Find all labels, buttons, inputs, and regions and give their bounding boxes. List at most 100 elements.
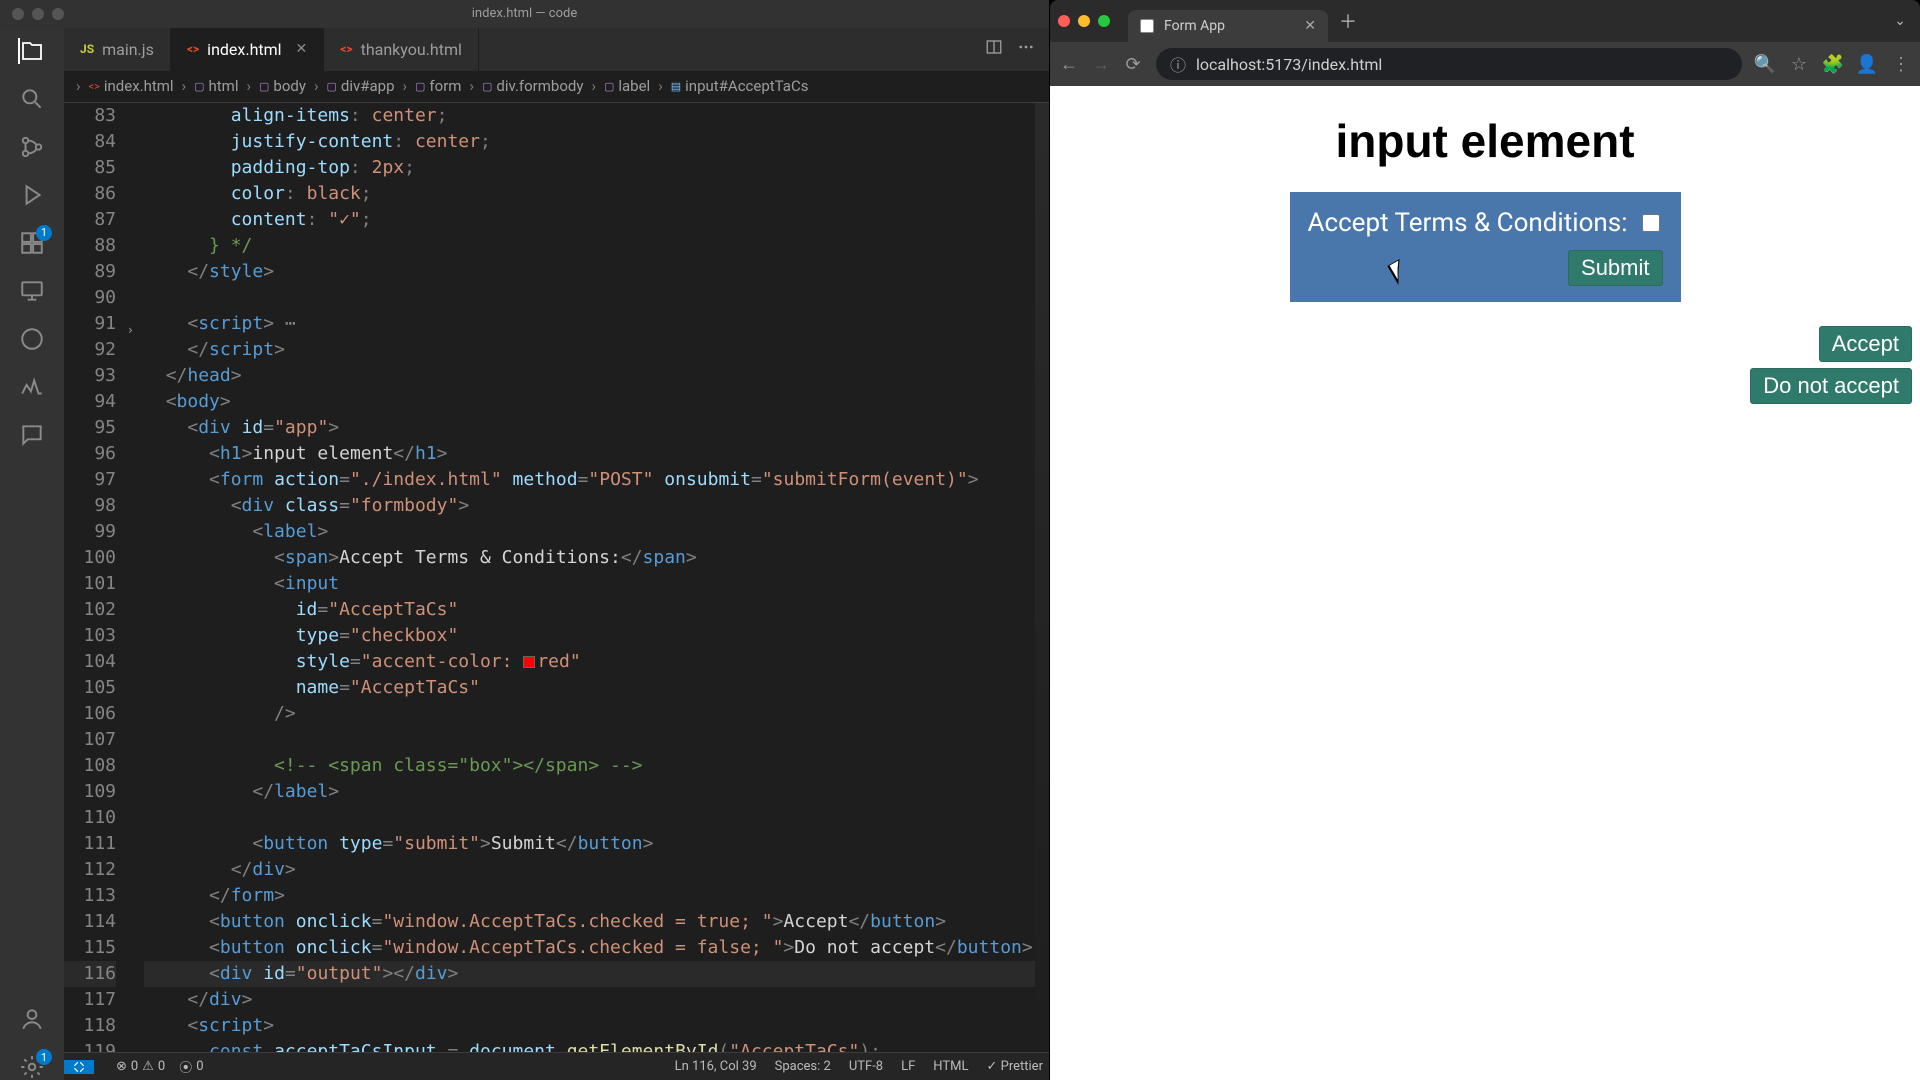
page-title: input element [1335, 114, 1634, 168]
tab-label: thankyou.html [361, 40, 462, 59]
traffic-minimize-icon[interactable] [1078, 15, 1090, 27]
breadcrumb[interactable]: › <> index.html › ▢ html › ▢ body › ▢ di… [64, 71, 1049, 103]
symbol-icon: ▢ [415, 80, 425, 93]
activity-cloud-icon[interactable] [19, 326, 45, 352]
activity-remote-icon[interactable] [19, 278, 45, 304]
status-eol[interactable]: LF [901, 1059, 915, 1074]
breadcrumb-item[interactable]: form [429, 77, 461, 95]
browser-toolbar: ← → ⟳ ⓘ localhost:5173/index.html 🔍 ☆ 🧩 … [1050, 42, 1920, 86]
traffic-minimize-icon[interactable] [32, 8, 44, 20]
breadcrumb-item[interactable]: input#AcceptTaCs [685, 77, 808, 95]
html-file-icon: <> [340, 42, 352, 56]
code-content[interactable]: align-items: center; justify-content: ce… [136, 103, 1049, 1053]
activity-monitor-icon[interactable] [19, 374, 45, 400]
reload-button-icon[interactable]: ⟳ [1124, 55, 1142, 73]
tabstrip-dropdown-icon[interactable]: ⌄ [1894, 13, 1912, 29]
vscode-window-title: index.html — code [472, 6, 577, 21]
status-bar: ⊗ 0 ⚠ 0 ⦿ 0 Ln 116, Col 39 Spaces: 2 [64, 1052, 1049, 1080]
browser-tab-title: Form App [1164, 18, 1225, 34]
tab-label: index.html [207, 40, 281, 59]
activity-chat-icon[interactable] [19, 422, 45, 448]
zoom-icon[interactable]: 🔍 [1756, 55, 1774, 73]
bookmark-icon[interactable]: ☆ [1790, 55, 1808, 73]
minimap[interactable] [1035, 103, 1049, 1053]
checkbox-label-text: Accept Terms & Conditions: [1308, 208, 1628, 238]
activity-debug-icon[interactable] [19, 182, 45, 208]
activity-settings-badge: 1 [36, 1049, 52, 1065]
browser-traffic-lights[interactable] [1058, 15, 1110, 27]
js-file-icon: JS [80, 42, 94, 56]
activity-account-icon[interactable] [19, 1006, 45, 1032]
check-icon: ✓ [987, 1059, 998, 1074]
breadcrumb-item[interactable]: html [209, 77, 239, 95]
extensions-icon[interactable]: 🧩 [1824, 55, 1842, 73]
status-formatter[interactable]: ✓ Prettier [987, 1059, 1044, 1074]
profile-icon[interactable]: 👤 [1858, 55, 1876, 73]
tab-thankyou-html[interactable]: <> thankyou.html [324, 28, 479, 71]
html-file-icon: <> [89, 80, 100, 93]
traffic-zoom-icon[interactable] [1098, 15, 1110, 27]
symbol-icon: ▢ [194, 80, 204, 93]
close-icon[interactable]: ✕ [296, 41, 308, 57]
accept-button[interactable]: Accept [1819, 326, 1912, 362]
tab-label: main.js [102, 40, 154, 59]
vscode-titlebar: index.html — code [0, 0, 1049, 28]
breadcrumb-item[interactable]: body [273, 77, 306, 95]
status-indentation[interactable]: Spaces: 2 [775, 1059, 831, 1074]
back-button-icon[interactable]: ← [1060, 55, 1078, 73]
status-language[interactable]: HTML [933, 1059, 968, 1074]
browser-tab[interactable]: Form App ✕ [1128, 10, 1328, 42]
favicon-icon [1140, 19, 1154, 33]
traffic-close-icon[interactable] [1058, 15, 1070, 27]
symbol-icon: ▢ [604, 80, 614, 93]
status-ports[interactable]: ⦿ 0 [179, 1057, 203, 1076]
vscode-traffic-lights[interactable] [12, 8, 64, 20]
tab-main-js[interactable]: JS main.js [64, 28, 171, 71]
status-problems[interactable]: ⊗ 0 ⚠ 0 [116, 1059, 165, 1074]
status-cursor-position[interactable]: Ln 116, Col 39 [675, 1059, 757, 1074]
symbol-icon: ▢ [482, 80, 492, 93]
close-icon[interactable]: ✕ [1304, 18, 1316, 34]
activity-explorer-icon[interactable] [18, 38, 44, 64]
editor-tabs: JS main.js <> index.html ✕ <> thankyou.h… [64, 28, 1049, 71]
status-encoding[interactable]: UTF-8 [849, 1059, 883, 1074]
tab-index-html[interactable]: <> index.html ✕ [171, 28, 324, 71]
submit-button[interactable]: Submit [1568, 250, 1662, 286]
browser-window: Form App ✕ ＋ ⌄ ← → ⟳ ⓘ localhost:5173/in… [1050, 0, 1920, 1080]
html-file-icon: <> [187, 42, 199, 56]
breadcrumb-item[interactable]: label [618, 77, 650, 95]
symbol-icon: ▢ [259, 80, 269, 93]
breadcrumb-item[interactable]: index.html [104, 77, 174, 95]
status-error-count: 0 [131, 1059, 138, 1074]
rendered-page: input element Accept Terms & Conditions:… [1050, 86, 1920, 1080]
site-info-icon[interactable]: ⓘ [1170, 52, 1186, 76]
traffic-zoom-icon[interactable] [52, 8, 64, 20]
more-actions-icon[interactable] [1017, 38, 1035, 60]
menu-icon[interactable]: ⋮ [1892, 55, 1910, 73]
breadcrumb-item[interactable]: div#app [341, 77, 395, 95]
accept-tacs-label[interactable]: Accept Terms & Conditions: [1308, 208, 1663, 238]
do-not-accept-button[interactable]: Do not accept [1750, 368, 1912, 404]
activity-scm-icon[interactable] [19, 134, 45, 160]
split-editor-icon[interactable] [985, 38, 1003, 60]
error-icon: ⊗ [116, 1059, 127, 1074]
symbol-icon: ▤ [671, 80, 681, 93]
activity-search-icon[interactable] [19, 86, 45, 112]
line-number-gutter: 838485868788899091›929394959697989910010… [64, 103, 136, 1053]
warning-icon: ⚠ [142, 1059, 154, 1074]
new-tab-button[interactable]: ＋ [1336, 9, 1360, 33]
activity-extensions-icon[interactable]: 1 [19, 230, 45, 256]
forward-button-icon[interactable]: → [1092, 55, 1110, 73]
broadcast-icon: ⦿ [179, 1057, 192, 1076]
activity-settings-icon[interactable]: 1 [19, 1054, 45, 1080]
breadcrumb-item[interactable]: div.formbody [496, 77, 583, 95]
traffic-close-icon[interactable] [12, 8, 24, 20]
address-bar[interactable]: ⓘ localhost:5173/index.html [1156, 48, 1742, 80]
form-container: Accept Terms & Conditions: Submit [1290, 192, 1681, 302]
side-button-group: Accept Do not accept [1750, 326, 1912, 404]
browser-tabstrip: Form App ✕ ＋ ⌄ [1050, 0, 1920, 42]
status-ports-count: 0 [196, 1059, 203, 1074]
accept-tacs-checkbox[interactable] [1642, 214, 1660, 232]
editor-area[interactable]: 838485868788899091›929394959697989910010… [64, 103, 1049, 1053]
status-remote-indicator[interactable] [64, 1060, 94, 1074]
